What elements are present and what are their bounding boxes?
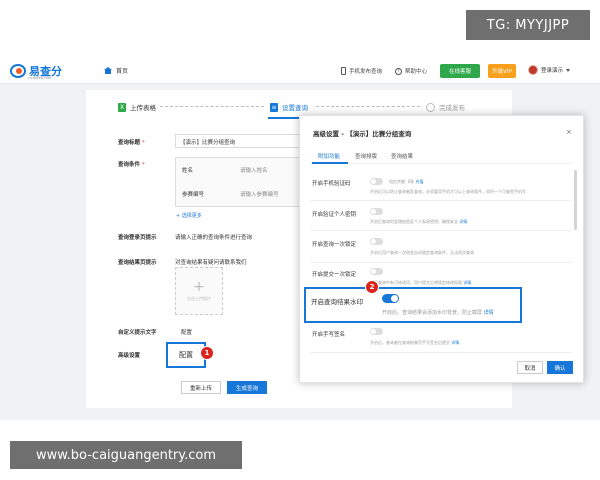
- plus-icon: +: [193, 278, 205, 295]
- signature-desc: 开启后，查询者在查询结果页手写签名后提交 详情: [370, 340, 460, 345]
- help-center-label: 帮助中心: [405, 69, 428, 75]
- watermark-bottom-label: www.bo-caiguangentry.com: [10, 441, 242, 469]
- personal-key-label: 开启验证个人密钥: [312, 212, 357, 218]
- step-settings-label: 设置查询: [282, 104, 308, 112]
- online-customer-button[interactable]: 在线客服: [440, 64, 480, 78]
- query-once-lock-desc: 开启后用户查询一次则会自动锁定查询条件，无法再次查询: [370, 250, 474, 255]
- watermark-top-label: TG: MYYJJPP: [466, 10, 590, 40]
- condition-placeholder-2[interactable]: 请输入参赛编号: [240, 190, 279, 198]
- condition-name-2: 参赛编号: [182, 192, 205, 198]
- watermark-toggle[interactable]: [382, 294, 399, 303]
- conditions-label: 查询条件 *: [118, 162, 145, 168]
- image-upload[interactable]: + 点击上传图片: [175, 267, 223, 315]
- login-tip-label: 查询登录页提示: [118, 235, 157, 241]
- modal-cancel-button[interactable]: 取消: [517, 361, 543, 374]
- callout-badge-1: 1: [200, 346, 214, 360]
- submit-once-lock-label: 开启提交一次锁定: [312, 272, 357, 278]
- settings-icon: ≡: [270, 102, 278, 112]
- login-tip-value[interactable]: 请输入正确的查询条件进行查询: [175, 233, 252, 241]
- excel-icon: X: [118, 102, 126, 112]
- logo-subtext: YICHAFEN.COM: [28, 76, 51, 80]
- row-divider: [310, 352, 572, 353]
- avatar: [528, 65, 538, 75]
- result-tip-value[interactable]: 对查询结果有疑问请联系我们: [175, 258, 247, 266]
- generate-query-button[interactable]: 生成查询: [227, 381, 267, 394]
- reupload-button[interactable]: 重新上传: [181, 381, 221, 394]
- phone-icon: [341, 67, 346, 75]
- watermark-desc: 开启后，查询结果会添加水印背景，防止截屏 详情: [382, 310, 494, 316]
- logo[interactable]: 易查分 YICHAFEN.COM: [10, 63, 62, 80]
- step-publish: 完成发布: [426, 102, 465, 112]
- submit-once-lock-desc: 如果查询中有可修改项，用户提交后将锁定修改权限 详情: [370, 280, 472, 285]
- modal-title: 高级设置 - 【演示】比赛分组查询: [313, 130, 412, 138]
- upload-text: 点击上传图片: [187, 295, 211, 301]
- advanced-settings-label: 高级设置: [118, 353, 141, 359]
- tab-extra-features[interactable]: 附加功能: [318, 152, 340, 160]
- active-tab-indicator: [312, 162, 348, 164]
- row-divider: [310, 230, 572, 231]
- modal-confirm-button[interactable]: 确认: [547, 361, 573, 374]
- condition-name-1: 姓名: [182, 168, 194, 174]
- step-upload: X 上传表格: [118, 102, 156, 112]
- help-center-link[interactable]: ? 帮助中心: [395, 67, 427, 75]
- callout-badge-2: 2: [365, 280, 379, 294]
- user-menu[interactable]: 登录演示: [528, 65, 571, 75]
- tab-results[interactable]: 查询结果: [391, 152, 413, 160]
- check-icon: [426, 102, 435, 112]
- logo-icon: [10, 64, 26, 78]
- query-once-lock-toggle[interactable]: [370, 238, 383, 245]
- watermark-details-link[interactable]: 详情: [484, 310, 494, 316]
- personal-key-toggle[interactable]: [370, 208, 383, 215]
- title-input[interactable]: 【演示】比赛分组查询: [175, 134, 303, 148]
- title-label: 查询标题 *: [118, 140, 145, 146]
- signature-details-link[interactable]: 详情: [451, 340, 459, 345]
- step-upload-label: 上传表格: [130, 104, 156, 112]
- result-tip-label: 查询结果页提示: [118, 260, 157, 266]
- personal-key-desc: 开启后查询时会增加验证个人私密密钥，确保安全 详情: [370, 219, 468, 224]
- submit-once-lock-toggle[interactable]: [370, 268, 383, 275]
- sms-verify-desc: 开启后可以防止查询者乱查询，必须要用手机才可以上查询条件，同时一个可查验手机号: [370, 189, 526, 194]
- row-divider: [310, 200, 572, 201]
- phone-publish-link[interactable]: 手机发布查询: [341, 67, 382, 75]
- custom-text-label: 自定义提示文字: [118, 330, 157, 336]
- personal-key-details-link[interactable]: 详情: [459, 219, 467, 224]
- condition-placeholder-1[interactable]: 请输入姓名: [240, 166, 268, 174]
- conditions-box: [175, 157, 303, 207]
- chevron-down-icon: [566, 68, 571, 72]
- tabs-divider: [310, 163, 572, 164]
- sms-verify-label: 开启手机验证码: [312, 181, 351, 187]
- upgrade-vip-button[interactable]: 升级VIP: [488, 64, 516, 78]
- modal-scrollbar[interactable]: [574, 170, 577, 230]
- sms-verify-toggle[interactable]: [370, 178, 383, 185]
- row-divider: [310, 262, 572, 263]
- watermark-label: 开启查询结果水印: [311, 298, 363, 306]
- step-publish-label: 完成发布: [439, 104, 465, 112]
- nav-home[interactable]: 首页: [104, 66, 128, 75]
- query-once-lock-label: 开启查询一次锁定: [312, 242, 357, 248]
- custom-text-config-link[interactable]: 配置: [181, 328, 192, 336]
- home-icon: [104, 67, 112, 74]
- sms-balance: 短信余额: 0条 充值: [389, 179, 424, 184]
- tab-layout[interactable]: 查询排版: [355, 152, 377, 160]
- recharge-link[interactable]: 充值: [415, 179, 423, 184]
- submit-once-lock-details-link[interactable]: 详情: [463, 280, 471, 285]
- add-more-conditions-link[interactable]: + 选择更多: [176, 212, 202, 219]
- step-settings: ≡ 设置查询: [270, 102, 308, 112]
- phone-publish-label: 手机发布查询: [349, 69, 383, 75]
- help-icon: ?: [395, 67, 402, 75]
- step-connector: [316, 106, 420, 107]
- signature-toggle[interactable]: [370, 328, 383, 335]
- nav-home-label: 首页: [116, 68, 129, 75]
- signature-label: 开启手写签名: [312, 332, 346, 338]
- close-icon[interactable]: ×: [566, 128, 572, 136]
- step-connector: [160, 106, 264, 107]
- user-name: 登录演示: [541, 68, 564, 74]
